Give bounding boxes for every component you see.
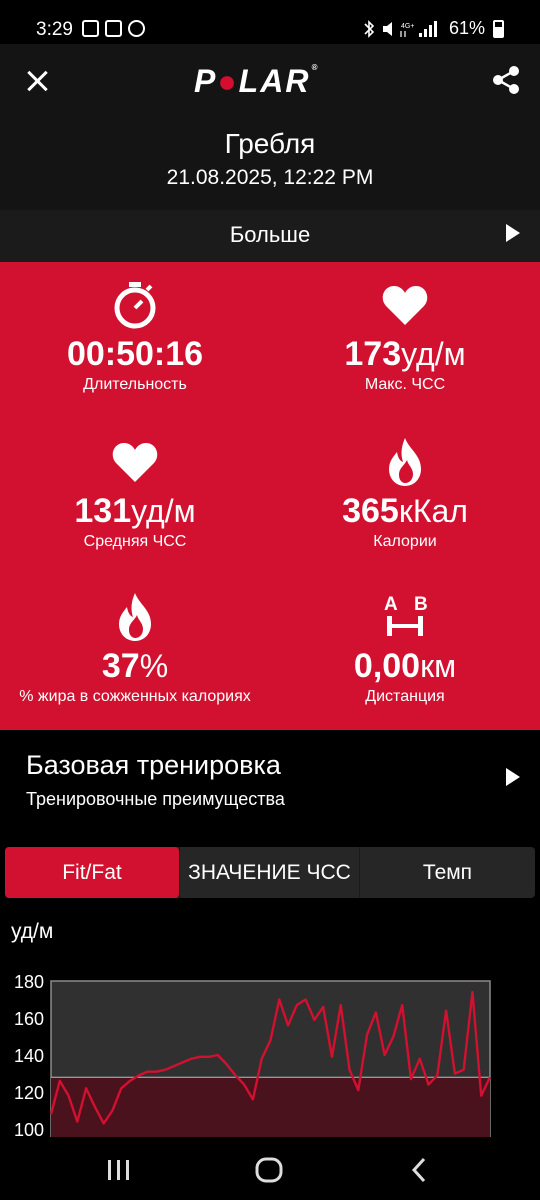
training-subtitle: Тренировочные преимущества <box>26 789 285 809</box>
stat-duration: 00:50:16 Длительность <box>0 280 270 394</box>
stopwatch-icon <box>0 280 270 330</box>
y-axis-unit: уд/м <box>11 920 54 943</box>
svg-text:B: B <box>414 594 428 615</box>
flame-icon <box>0 592 270 642</box>
battery-icon <box>493 19 504 38</box>
play-arrow-icon <box>506 224 520 242</box>
calories-label: Калории <box>373 533 437 550</box>
registered-mark: ® <box>311 63 320 72</box>
share-button[interactable] <box>490 64 522 96</box>
distance-value: 0,00км <box>353 647 457 685</box>
duration-label: Длительность <box>83 376 187 393</box>
checkbox-notification-icon <box>105 20 122 37</box>
y-tick-label: 120 <box>14 1083 44 1103</box>
chart-zone-fill <box>51 1077 490 1138</box>
fat-value: 37% <box>101 647 169 685</box>
status-right: 4G+ 61% <box>361 18 504 39</box>
heart-rate-chart: 180 160 140 120 100 <box>14 972 492 1138</box>
chart-tabs: Fit/Fat ЗНАЧЕНИЕ ЧСС Темп <box>5 847 535 898</box>
max-hr-label: Макс. ЧСС <box>364 376 446 393</box>
fat-label: % жира в сожженных калориях <box>19 688 251 705</box>
stat-fat: 37% % жира в сожженных калориях <box>0 592 270 706</box>
back-button[interactable] <box>405 1155 435 1185</box>
distance-ab-icon: A B <box>270 592 540 642</box>
y-tick-label: 140 <box>14 1046 44 1066</box>
avg-hr-value: 131уд/м <box>74 492 196 530</box>
stat-calories: 365кКал Калории <box>270 437 540 551</box>
distance-label: Дистанция <box>365 688 445 705</box>
recent-apps-button[interactable] <box>104 1155 134 1185</box>
logo-o: ● <box>217 63 239 99</box>
home-button[interactable] <box>254 1155 284 1185</box>
top-bar: P●LAR® <box>0 44 540 118</box>
calories-value: 365кКал <box>342 492 468 530</box>
tab-pace[interactable]: Темп <box>360 847 535 898</box>
notification-icons <box>82 20 145 37</box>
sport-title: Гребля <box>224 128 316 159</box>
status-time: 3:29 <box>36 19 73 40</box>
stat-avg-hr: 131уд/м Средняя ЧСС <box>0 437 270 551</box>
training-benefit-row[interactable]: Базовая тренировка Тренировочные преимущ… <box>0 730 540 830</box>
status-bar: 3:29 4G+ 61% <box>0 0 540 44</box>
max-hr-value: 173уд/м <box>344 335 466 373</box>
tab-hr-value[interactable]: ЗНАЧЕНИЕ ЧСС <box>179 847 360 898</box>
more-button[interactable]: Больше <box>0 210 540 262</box>
svg-text:A: A <box>384 594 398 615</box>
y-tick-label: 160 <box>14 1009 44 1029</box>
chart-y-ticks: 180 160 140 120 100 <box>14 972 44 1138</box>
connectivity-icons: 4G+ <box>364 19 437 38</box>
logo-text-start: P <box>194 63 218 99</box>
activity-datetime: 21.08.2025, 12:22 PM <box>166 166 374 189</box>
more-label: Больше <box>229 222 311 247</box>
heart-icon <box>0 437 270 487</box>
sync-icon <box>128 20 145 37</box>
play-arrow-icon <box>506 768 520 786</box>
polar-logo: P●LAR® <box>194 63 319 100</box>
heart-icon <box>270 280 540 330</box>
flame-icon <box>270 437 540 487</box>
stat-distance: A B 0,00км Дистанция <box>270 592 540 706</box>
battery-percent: 61% <box>448 18 485 38</box>
duration-value: 00:50:16 <box>66 335 204 373</box>
stat-max-hr: 173уд/м Макс. ЧСС <box>270 280 540 394</box>
y-tick-label: 180 <box>14 972 44 992</box>
svg-text:4G+: 4G+ <box>401 23 414 30</box>
navigation-bar <box>0 1137 540 1200</box>
activity-header: Гребля 21.08.2025, 12:22 PM <box>0 118 540 210</box>
y-tick-label: 100 <box>14 1120 44 1138</box>
avg-hr-label: Средняя ЧСС <box>83 533 187 550</box>
tab-fit-fat[interactable]: Fit/Fat <box>5 847 179 898</box>
logo-text-end: LAR <box>238 63 311 99</box>
stats-panel: 00:50:16 Длительность 173уд/м Макс. ЧСС … <box>0 262 540 730</box>
gallery-icon <box>82 20 99 37</box>
close-button[interactable] <box>22 66 52 96</box>
training-title: Базовая тренировка <box>26 750 281 780</box>
